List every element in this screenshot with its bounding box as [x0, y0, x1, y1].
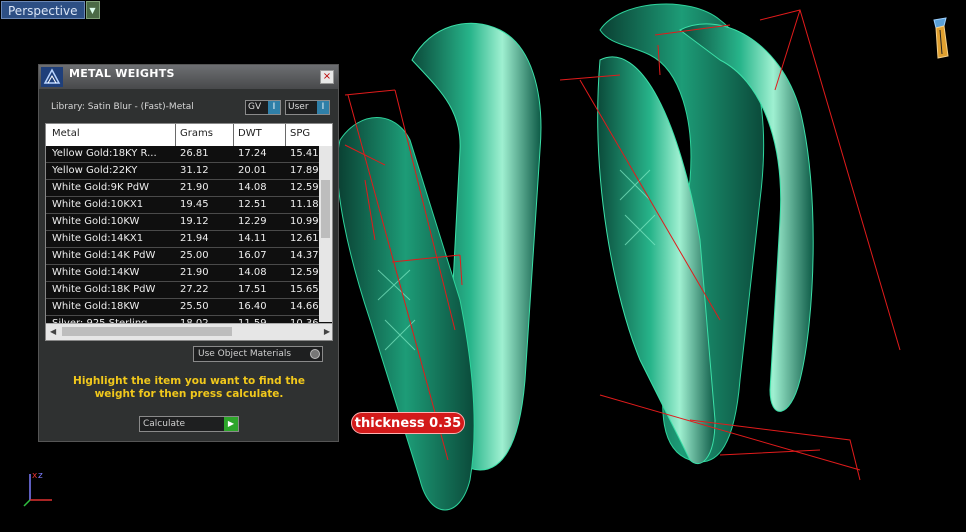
close-icon[interactable]: × — [320, 70, 334, 84]
grams-cell: 21.90 — [180, 182, 209, 193]
vertical-scroll-thumb[interactable] — [321, 180, 330, 238]
metal-cell: White Gold:9K PdW — [52, 182, 149, 193]
table-body: Yellow Gold:18KY R... 26.81 17.24 15.41 Yell… — [46, 146, 332, 333]
navigation-gizmo-icon[interactable] — [930, 16, 952, 60]
metal-table[interactable]: Metal Grams DWT SPG Yellow Gold:18KY R..… — [45, 123, 333, 341]
user-label: User — [288, 102, 309, 112]
table-row[interactable]: White Gold:14KW 21.90 14.08 12.59 — [46, 265, 332, 282]
dialog-titlebar[interactable]: METAL WEIGHTS × — [39, 65, 338, 89]
dwt-cell: 12.29 — [238, 216, 267, 227]
table-row[interactable]: White Gold:18KW 25.50 16.40 14.66 — [46, 299, 332, 316]
metal-cell: Yellow Gold:22KY — [52, 165, 138, 176]
column-header-spg[interactable]: SPG — [290, 128, 310, 139]
metal-cell: White Gold:14KX1 — [52, 233, 144, 244]
dwt-cell: 17.24 — [238, 148, 267, 159]
grams-cell: 19.12 — [180, 216, 209, 227]
table-row[interactable]: White Gold:14K PdW 25.00 16.07 14.37 — [46, 248, 332, 265]
column-header-metal[interactable]: Metal — [52, 128, 80, 139]
gv-toggle-icon[interactable]: I — [268, 101, 280, 114]
horizontal-scrollbar[interactable]: ◀ ▶ — [46, 323, 332, 340]
instruction-text: Highlight the item you want to find the … — [73, 375, 305, 400]
metal-cell: White Gold:10KX1 — [52, 199, 144, 210]
library-label: Library: Satin Blur - (Fast)-Metal — [51, 102, 194, 112]
metal-cell: White Gold:14KW — [52, 267, 140, 278]
user-toggle-icon[interactable]: I — [317, 101, 329, 114]
table-row[interactable]: White Gold:18K PdW 27.22 17.51 15.65 — [46, 282, 332, 299]
app-logo-icon — [41, 67, 63, 87]
viewport-dropdown-icon[interactable]: ▼ — [85, 1, 100, 19]
metal-cell: White Gold:14K PdW — [52, 250, 156, 261]
dwt-cell: 20.01 — [238, 165, 267, 176]
calculate-label: Calculate — [143, 419, 186, 429]
table-row[interactable]: White Gold:10KW 19.12 12.29 10.99 — [46, 214, 332, 231]
dialog-title: METAL WEIGHTS — [69, 67, 175, 80]
grams-cell: 25.00 — [180, 250, 209, 261]
grams-cell: 25.50 — [180, 301, 209, 312]
user-selector[interactable]: User I — [285, 100, 330, 115]
table-row[interactable]: Yellow Gold:22KY 31.12 20.01 17.89 — [46, 163, 332, 180]
column-header-grams[interactable]: Grams — [180, 128, 213, 139]
thickness-annotation: thickness 0.35 — [351, 412, 465, 434]
viewport-label-tab[interactable]: Perspective ▼ — [1, 1, 100, 19]
column-header-dwt[interactable]: DWT — [238, 128, 262, 139]
3d-viewport[interactable]: Perspective ▼ thickness 0.35 x z METAL W… — [0, 0, 966, 532]
grams-cell: 27.22 — [180, 284, 209, 295]
viewport-label[interactable]: Perspective — [1, 1, 85, 19]
grams-cell: 26.81 — [180, 148, 209, 159]
use-object-materials-label: Use Object Materials — [198, 349, 292, 359]
grams-cell: 21.94 — [180, 233, 209, 244]
dwt-cell: 16.07 — [238, 250, 267, 261]
table-row[interactable]: White Gold:9K PdW 21.90 14.08 12.59 — [46, 180, 332, 197]
axis-icon: x z — [23, 471, 52, 507]
dwt-cell: 12.51 — [238, 199, 267, 210]
grams-cell: 19.45 — [180, 199, 209, 210]
vertical-scrollbar[interactable] — [319, 146, 332, 322]
dwt-cell: 17.51 — [238, 284, 267, 295]
calculate-go-icon[interactable]: ▶ — [224, 417, 238, 431]
table-row[interactable]: Yellow Gold:18KY R... 26.81 17.24 15.41 — [46, 146, 332, 163]
table-header: Metal Grams DWT SPG — [46, 124, 332, 146]
table-row[interactable]: White Gold:10KX1 19.45 12.51 11.18 — [46, 197, 332, 214]
grams-cell: 21.90 — [180, 267, 209, 278]
metal-cell: White Gold:10KW — [52, 216, 140, 227]
dwt-cell: 16.40 — [238, 301, 267, 312]
dwt-cell: 14.08 — [238, 182, 267, 193]
gv-label: GV — [248, 102, 262, 112]
calculate-button[interactable]: Calculate ▶ — [139, 416, 239, 432]
dwt-cell: 14.08 — [238, 267, 267, 278]
grams-cell: 31.12 — [180, 165, 209, 176]
use-object-materials-toggle[interactable]: Use Object Materials — [193, 346, 323, 362]
scroll-left-icon[interactable]: ◀ — [50, 327, 56, 336]
metal-cell: White Gold:18KW — [52, 301, 140, 312]
axis-label-z: z — [38, 471, 43, 481]
metal-weights-dialog[interactable]: METAL WEIGHTS × Library: Satin Blur - (F… — [38, 64, 339, 442]
dwt-cell: 14.11 — [238, 233, 267, 244]
toggle-icon[interactable] — [310, 349, 320, 359]
gv-selector[interactable]: GV I — [245, 100, 281, 115]
metal-cell: Yellow Gold:18KY R... — [52, 148, 157, 159]
metal-cell: White Gold:18K PdW — [52, 284, 156, 295]
scroll-right-icon[interactable]: ▶ — [324, 327, 330, 336]
horizontal-scroll-thumb[interactable] — [62, 327, 232, 336]
table-row[interactable]: White Gold:14KX1 21.94 14.11 12.61 — [46, 231, 332, 248]
